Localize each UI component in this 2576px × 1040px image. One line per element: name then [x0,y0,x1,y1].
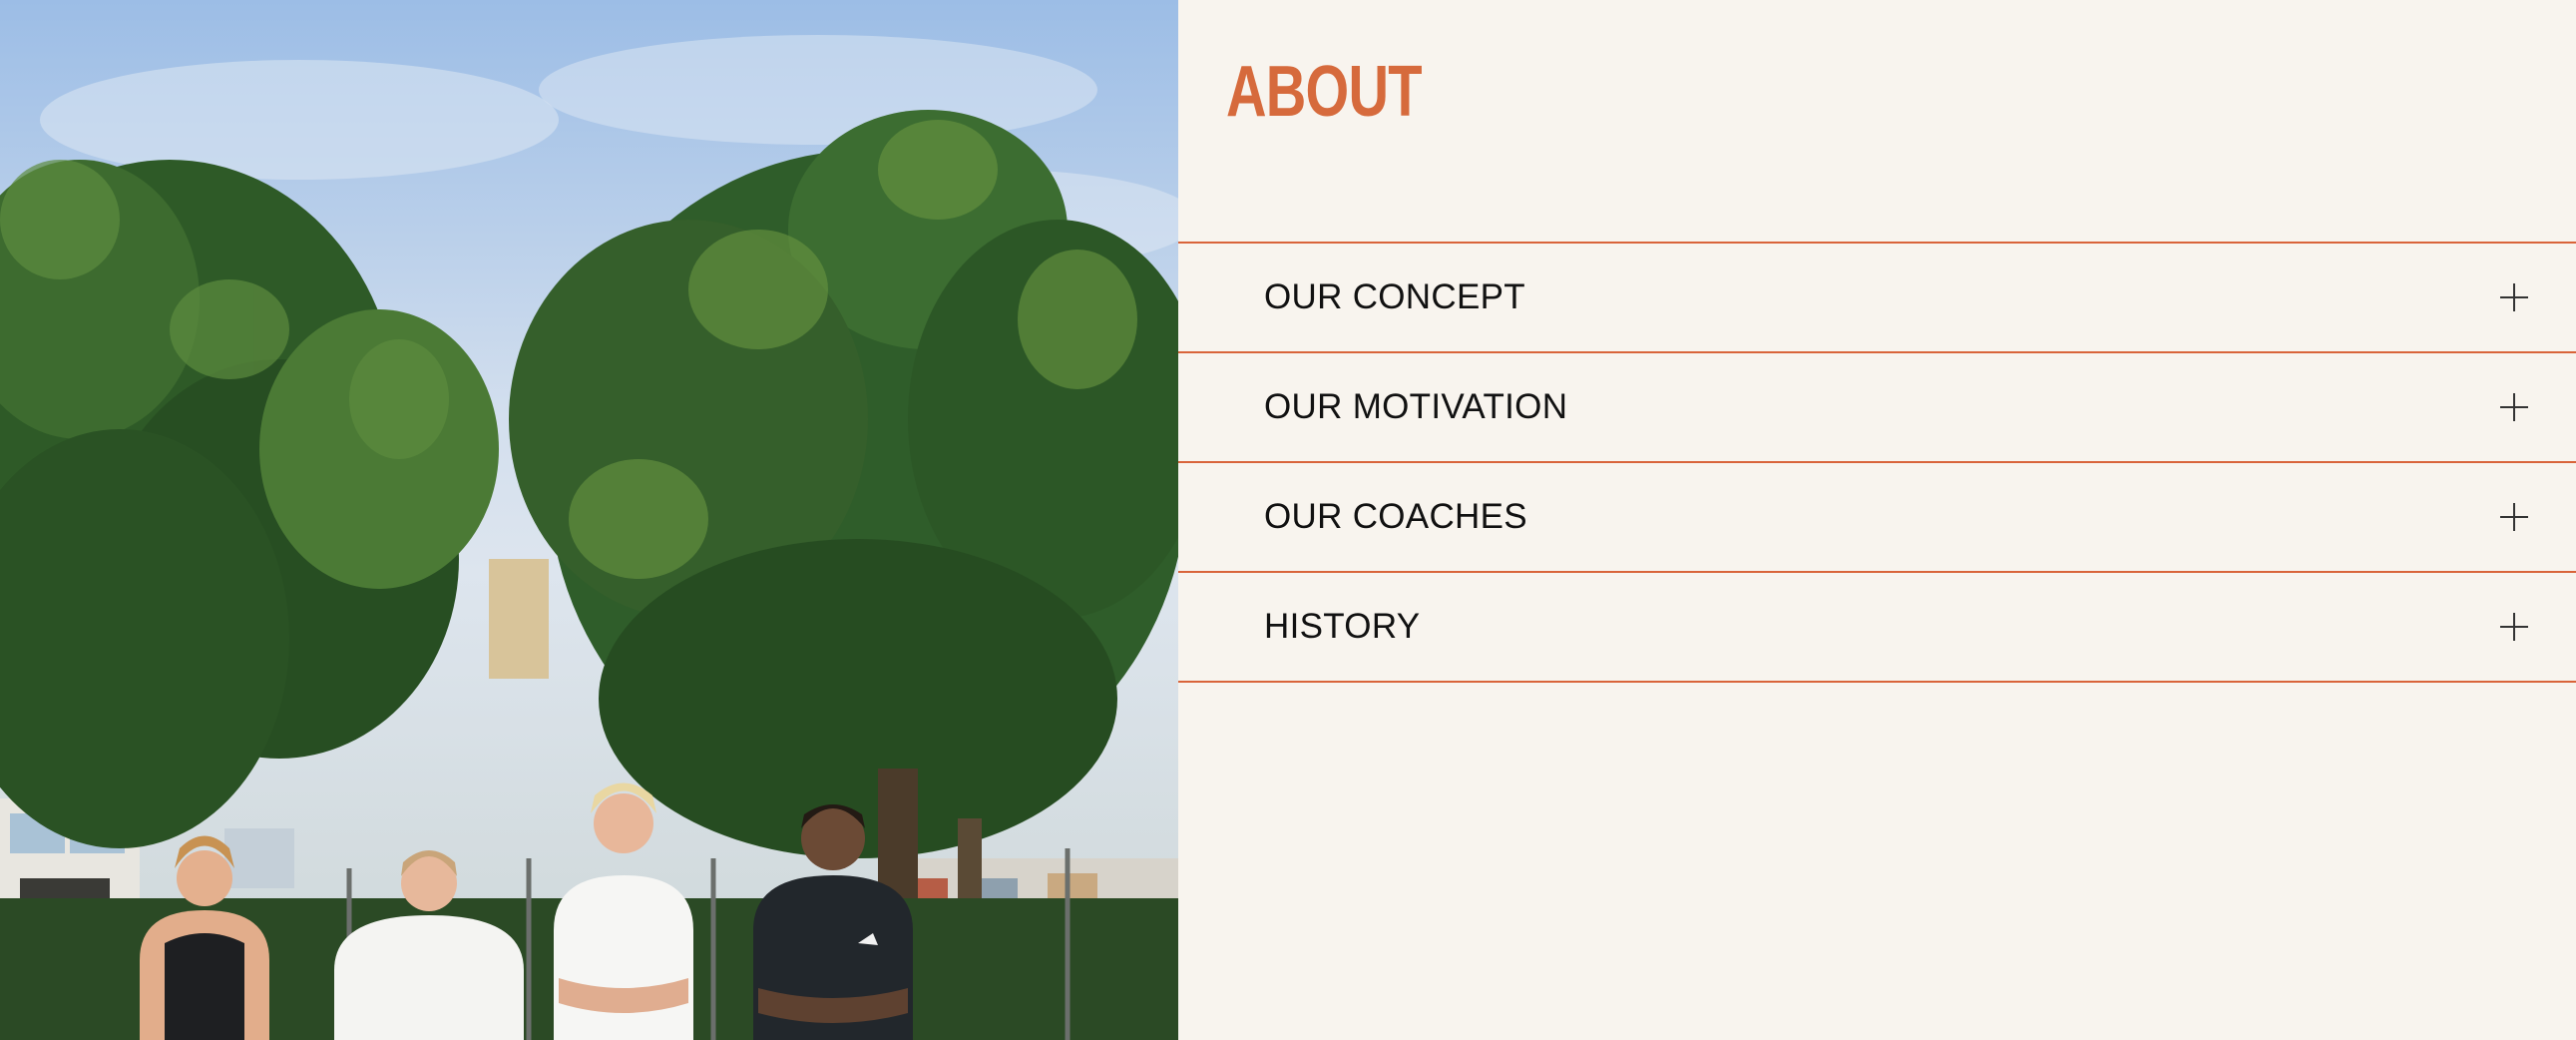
hero-photo [0,0,1178,1040]
accordion-label: OUR CONCEPT [1264,277,1525,316]
page-title: ABOUT [1226,52,1423,132]
plus-icon[interactable] [2500,283,2528,311]
about-accordion: OUR CONCEPT OUR MOTIVATION OUR COACHES H… [1178,242,2576,683]
accordion-item-history[interactable]: HISTORY [1178,573,2576,683]
plus-icon[interactable] [2500,503,2528,531]
accordion-item-our-coaches[interactable]: OUR COACHES [1178,463,2576,573]
plus-icon[interactable] [2500,613,2528,641]
accordion-label: OUR MOTIVATION [1264,387,1568,426]
accordion-item-our-motivation[interactable]: OUR MOTIVATION [1178,353,2576,463]
accordion-item-our-concept[interactable]: OUR CONCEPT [1178,244,2576,353]
accordion-label: OUR COACHES [1264,497,1527,536]
about-panel: ABOUT OUR CONCEPT OUR MOTIVATION OUR COA… [1178,0,2576,1040]
hero-photo-illustration [0,35,1178,1040]
plus-icon[interactable] [2500,393,2528,421]
accordion-label: HISTORY [1264,607,1421,646]
